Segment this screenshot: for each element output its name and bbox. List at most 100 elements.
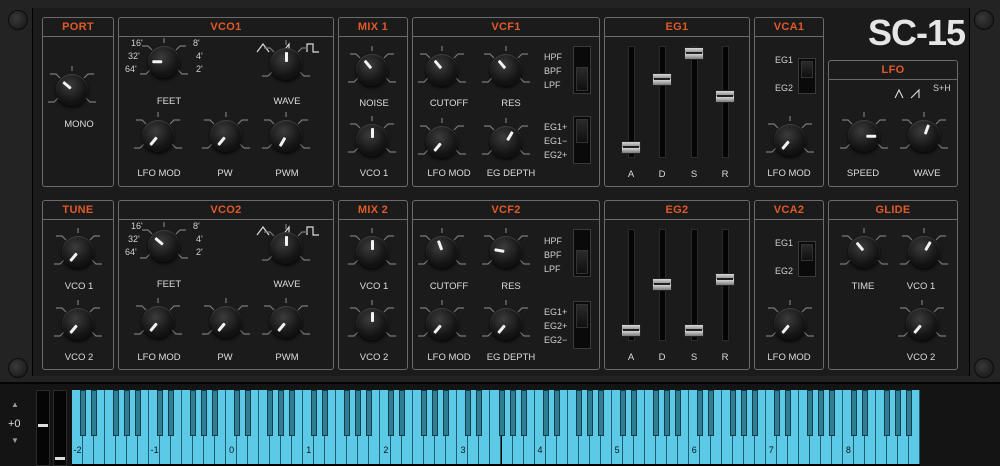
black-key[interactable] [388,390,395,436]
eg1-fader-0[interactable] [621,141,641,155]
eg2-fader-0[interactable] [621,324,641,338]
tune-vco1-knob[interactable] [50,226,106,272]
black-key[interactable] [674,390,681,436]
black-key[interactable] [905,390,912,436]
glide-vco1-knob[interactable] [896,226,952,272]
port-mono-knob[interactable] [44,64,100,110]
vcf1-lfomod-knob[interactable] [414,116,470,162]
black-key[interactable] [344,390,351,436]
black-key[interactable] [883,390,890,436]
vco2-wave-knob[interactable] [258,222,314,268]
black-key[interactable] [289,390,296,436]
black-key[interactable] [113,390,120,436]
vcf2-lfomod-knob[interactable] [414,298,470,344]
vcf1-cutoff-knob[interactable] [414,44,470,90]
vco1-wave-knob[interactable] [258,38,314,84]
black-key[interactable] [366,390,373,436]
mod-wheel[interactable] [53,390,67,466]
black-key[interactable] [168,390,175,436]
vcf1-egdepth-knob[interactable] [478,116,534,162]
vco1-feet-knob[interactable] [136,36,192,82]
black-key[interactable] [80,390,86,436]
black-key[interactable] [245,390,252,436]
black-key[interactable] [553,390,560,436]
black-key[interactable] [828,390,835,436]
black-key[interactable] [157,390,164,436]
black-key[interactable] [663,390,670,436]
black-key[interactable] [586,390,593,436]
black-key[interactable] [476,390,483,436]
octave-down-icon[interactable]: ▼ [11,436,19,445]
vco2-lfomod-knob[interactable] [130,296,186,342]
black-key[interactable] [619,390,626,436]
black-key[interactable] [707,390,714,436]
octave-up-icon[interactable]: ▲ [11,400,19,409]
vco2-feet-knob[interactable] [136,220,192,266]
black-key[interactable] [443,390,450,436]
black-key[interactable] [124,390,131,436]
black-key[interactable] [894,390,901,436]
black-key[interactable] [696,390,703,436]
vco1-pw-knob[interactable] [198,110,254,156]
vcf2-eg-switch[interactable] [573,301,591,349]
vca2-lfomod-knob[interactable] [762,298,818,344]
vcf1-eg-switch[interactable] [573,116,591,164]
black-key[interactable] [234,390,241,436]
black-key[interactable] [751,390,758,436]
eg2-fader-2[interactable] [684,324,704,338]
black-key[interactable] [773,390,780,436]
black-key[interactable] [784,390,791,436]
eg1-fader-3[interactable] [715,90,735,104]
eg1-fader-2[interactable] [684,46,704,60]
black-key[interactable] [817,390,824,436]
black-key[interactable] [190,390,197,436]
pitch-wheel[interactable] [36,390,50,466]
black-key[interactable] [652,390,659,436]
black-key[interactable] [520,390,527,436]
vco1-pwm-knob[interactable] [258,110,314,156]
eg2-fader-1[interactable] [652,278,672,291]
black-key[interactable] [311,390,318,436]
mix2-vco1-knob[interactable] [344,226,400,272]
lfo-wave-knob[interactable] [896,110,952,156]
mix1-noise-knob[interactable] [344,44,400,90]
black-key[interactable] [465,390,472,436]
black-key[interactable] [729,390,736,436]
glide-vco2-knob[interactable] [894,298,950,344]
eg1-fader-1[interactable] [652,73,672,87]
black-key[interactable] [509,390,516,436]
vco1-lfomod-knob[interactable] [130,110,186,156]
black-key[interactable] [212,390,219,436]
black-key[interactable] [267,390,274,436]
vcf2-cutoff-knob[interactable] [414,226,470,272]
black-key[interactable] [322,390,329,436]
black-key[interactable] [135,390,142,436]
vcf2-egdepth-knob[interactable] [478,298,534,344]
black-key[interactable] [91,390,98,436]
black-key[interactable] [278,390,285,436]
black-key[interactable] [542,390,549,436]
black-key[interactable] [740,390,747,436]
black-key[interactable] [806,390,813,436]
tune-vco2-knob[interactable] [50,298,106,344]
eg2-fader-3[interactable] [715,273,735,287]
black-key[interactable] [861,390,868,436]
vcf1-res-knob[interactable] [478,44,534,90]
black-key[interactable] [421,390,428,436]
black-key[interactable] [355,390,362,436]
vca1-lfomod-knob[interactable] [762,114,818,160]
black-key[interactable] [630,390,637,436]
black-key[interactable] [850,390,857,436]
black-key[interactable] [201,390,208,436]
vcf2-mode-switch[interactable] [573,229,591,277]
vca1-eg-switch[interactable] [798,58,816,94]
vcf2-res-knob[interactable] [478,226,534,272]
black-key[interactable] [597,390,604,436]
black-key[interactable] [498,390,505,436]
mix2-vco2-knob[interactable] [344,298,400,344]
black-key[interactable] [399,390,406,436]
vco2-pw-knob[interactable] [198,296,254,342]
vco2-pwm-knob[interactable] [258,296,314,342]
mix1-vco1-knob[interactable] [344,114,400,160]
glide-time-knob[interactable] [836,226,892,272]
